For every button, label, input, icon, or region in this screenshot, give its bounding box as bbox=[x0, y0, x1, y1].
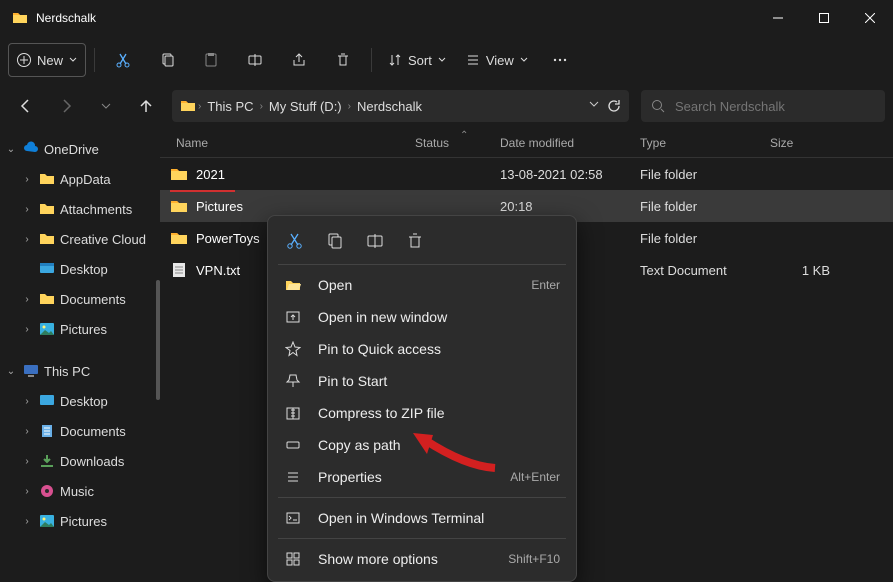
ctx-zip[interactable]: Compress to ZIP file bbox=[268, 397, 576, 429]
sidebar-item-creative[interactable]: ›Creative Cloud bbox=[0, 224, 160, 254]
more-icon bbox=[552, 52, 568, 68]
file-name: Pictures bbox=[196, 199, 243, 214]
trash-icon bbox=[335, 52, 351, 68]
file-type: File folder bbox=[640, 231, 770, 246]
copy-icon bbox=[159, 52, 175, 68]
sort-button[interactable]: Sort bbox=[380, 43, 454, 77]
sidebar-item-pc-pictures[interactable]: ›Pictures bbox=[0, 506, 160, 536]
file-size: 1 KB bbox=[770, 263, 830, 278]
sidebar-item-thispc[interactable]: ⌄This PC bbox=[0, 356, 160, 386]
view-button[interactable]: View bbox=[458, 43, 536, 77]
sidebar-item-pc-desktop[interactable]: ›Desktop bbox=[0, 386, 160, 416]
rename-icon bbox=[247, 52, 263, 68]
column-header[interactable]: ⌃ Name Status Date modified Type Size bbox=[160, 128, 893, 158]
plus-icon bbox=[17, 53, 31, 67]
breadcrumb-item[interactable]: My Stuff (D:) bbox=[265, 99, 346, 114]
arrow-up-icon bbox=[138, 98, 154, 114]
share-button[interactable] bbox=[279, 43, 319, 77]
more-button[interactable] bbox=[540, 43, 580, 77]
sidebar-item-documents[interactable]: ›Documents bbox=[0, 284, 160, 314]
file-name: VPN.txt bbox=[196, 263, 240, 278]
file-date: 20:18 bbox=[500, 199, 640, 214]
chevron-down-icon[interactable] bbox=[589, 99, 599, 109]
ctx-terminal[interactable]: Open in Windows Terminal bbox=[268, 502, 576, 534]
sidebar-item-onedrive[interactable]: ⌄OneDrive bbox=[0, 134, 160, 164]
ctx-pin-start[interactable]: Pin to Start bbox=[268, 365, 576, 397]
breadcrumb-item[interactable]: This PC bbox=[203, 99, 257, 114]
ctx-pin-quick[interactable]: Pin to Quick access bbox=[268, 333, 576, 365]
sidebar-item-pc-documents[interactable]: ›Documents bbox=[0, 416, 160, 446]
toolbar: New Sort View bbox=[0, 36, 893, 84]
paste-button[interactable] bbox=[191, 43, 231, 77]
sidebar: ⌄OneDrive ›AppData ›Attachments ›Creativ… bbox=[0, 128, 160, 577]
cut-icon bbox=[115, 52, 131, 68]
file-type: File folder bbox=[640, 167, 770, 182]
sidebar-item-appdata[interactable]: ›AppData bbox=[0, 164, 160, 194]
folder-icon bbox=[180, 98, 196, 114]
sidebar-item-pictures[interactable]: ›Pictures bbox=[0, 314, 160, 344]
file-type: File folder bbox=[640, 199, 770, 214]
window-title: Nerdschalk bbox=[36, 11, 755, 25]
highlight-underline bbox=[170, 190, 235, 192]
search-input[interactable] bbox=[675, 99, 875, 114]
search-icon bbox=[651, 99, 665, 113]
search-box[interactable] bbox=[641, 90, 885, 122]
file-name: 2021 bbox=[196, 167, 225, 182]
up-button[interactable] bbox=[128, 88, 164, 124]
refresh-icon[interactable] bbox=[607, 99, 621, 113]
file-name: PowerToys bbox=[196, 231, 260, 246]
minimize-button[interactable] bbox=[755, 0, 801, 36]
delete-button[interactable] bbox=[323, 43, 363, 77]
cut-button[interactable] bbox=[103, 43, 143, 77]
paste-icon bbox=[203, 52, 219, 68]
file-icon bbox=[170, 229, 188, 247]
cut-icon[interactable] bbox=[286, 232, 304, 250]
file-row[interactable]: 2021 13-08-2021 02:58File folder bbox=[160, 158, 893, 190]
new-button[interactable]: New bbox=[8, 43, 86, 77]
file-date: 13-08-2021 02:58 bbox=[500, 167, 640, 182]
trash-icon[interactable] bbox=[406, 232, 424, 250]
context-menu: OpenEnter Open in new window Pin to Quic… bbox=[267, 215, 577, 582]
file-icon bbox=[170, 165, 188, 183]
annotation-arrow bbox=[405, 428, 505, 478]
chevron-down-icon bbox=[69, 56, 77, 64]
recent-button[interactable] bbox=[88, 88, 124, 124]
sidebar-item-attachments[interactable]: ›Attachments bbox=[0, 194, 160, 224]
sort-indicator: ⌃ bbox=[460, 130, 468, 141]
share-icon bbox=[291, 52, 307, 68]
ctx-new-window[interactable]: Open in new window bbox=[268, 301, 576, 333]
close-button[interactable] bbox=[847, 0, 893, 36]
copy-button[interactable] bbox=[147, 43, 187, 77]
arrow-right-icon bbox=[58, 98, 74, 114]
view-icon bbox=[466, 53, 480, 67]
navbar: › This PC › My Stuff (D:) › Nerdschalk bbox=[0, 84, 893, 128]
sidebar-item-desktop[interactable]: Desktop bbox=[0, 254, 160, 284]
chevron-down-icon bbox=[438, 56, 446, 64]
ctx-open[interactable]: OpenEnter bbox=[268, 269, 576, 301]
file-type: Text Document bbox=[640, 263, 770, 278]
file-icon bbox=[170, 261, 188, 279]
chevron-down-icon bbox=[101, 101, 111, 111]
back-button[interactable] bbox=[8, 88, 44, 124]
sort-icon bbox=[388, 53, 402, 67]
sidebar-item-pc-downloads[interactable]: ›Downloads bbox=[0, 446, 160, 476]
sidebar-item-pc-music[interactable]: ›Music bbox=[0, 476, 160, 506]
maximize-button[interactable] bbox=[801, 0, 847, 36]
rename-icon[interactable] bbox=[366, 232, 384, 250]
titlebar: Nerdschalk bbox=[0, 0, 893, 36]
copy-icon[interactable] bbox=[326, 232, 344, 250]
address-bar[interactable]: › This PC › My Stuff (D:) › Nerdschalk bbox=[172, 90, 629, 122]
ctx-more[interactable]: Show more optionsShift+F10 bbox=[268, 543, 576, 575]
breadcrumb-item[interactable]: Nerdschalk bbox=[353, 99, 426, 114]
forward-button[interactable] bbox=[48, 88, 84, 124]
folder-icon bbox=[12, 10, 28, 26]
file-icon bbox=[170, 197, 188, 215]
chevron-down-icon bbox=[520, 56, 528, 64]
rename-button[interactable] bbox=[235, 43, 275, 77]
arrow-left-icon bbox=[18, 98, 34, 114]
